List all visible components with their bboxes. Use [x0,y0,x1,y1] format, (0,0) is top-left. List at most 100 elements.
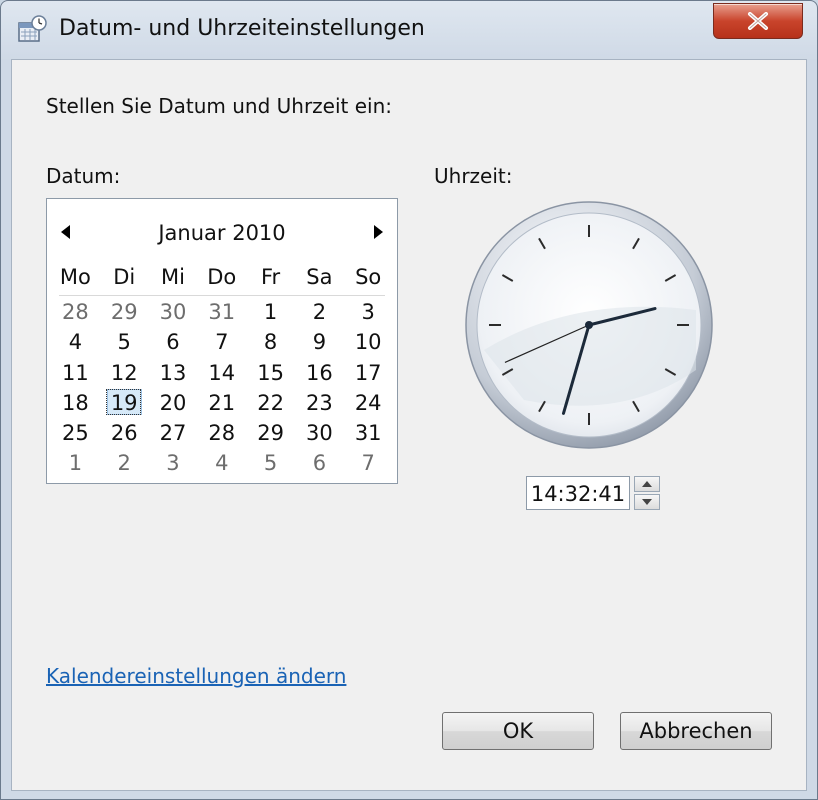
dialog-body: Stellen Sie Datum und Uhrzeit ein: Datum… [11,59,807,791]
calendar-day-number: 16 [306,360,333,385]
calendar-day-number: 13 [159,360,187,385]
calendar-day[interactable]: 3 [149,448,198,478]
calendar-day[interactable]: 29 [246,418,295,448]
change-calendar-settings-link[interactable]: Kalendereinstellungen ändern [46,664,346,688]
time-input[interactable]: 14:32:41 [526,476,630,510]
time-label: Uhrzeit: [434,164,513,188]
calendar-day[interactable]: 6 [149,327,198,357]
calendar-day[interactable]: 14 [197,358,246,388]
calendar-day[interactable]: 31 [344,418,393,448]
calendar-day-grid: 28 29 30 31 1 2 3 4 5 6 7 8 9 10 11 12 13 14 15 16 17 18 19 20 2… [51,297,393,479]
calendar-day[interactable]: 1 [51,448,100,478]
calendar-day[interactable]: 4 [197,448,246,478]
calendar-day-number: 17 [354,360,382,385]
month-calendar[interactable]: Januar 2010 Mo Di Mi Do Fr Sa So 28 29 30 31 1 2 3 4 5… [46,198,398,484]
calendar-day-number: 5 [117,330,131,355]
calendar-day[interactable]: 31 [197,297,246,327]
calendar-week-row: 4 5 6 7 8 9 10 [51,327,393,357]
calendar-day[interactable]: 4 [51,327,100,357]
next-month-button[interactable] [369,221,385,241]
date-label: Datum: [46,164,121,188]
calendar-day-number: 27 [159,421,187,446]
calendar-day[interactable]: 2 [100,448,149,478]
calendar-day-number: 21 [208,390,236,415]
calendar-day[interactable]: 2 [295,297,344,327]
calendar-day-number: 7 [361,451,375,476]
calendar-day-number: 28 [62,300,89,324]
calendar-day-number: 1 [68,451,83,476]
weekday-header-row: Mo Di Mi Do Fr Sa So [51,265,393,289]
calendar-day[interactable]: 10 [344,327,393,357]
calendar-day[interactable]: 5 [246,448,295,478]
calendar-day-number: 3 [166,451,180,476]
calendar-day[interactable]: 9 [295,327,344,357]
calendar-day-number: 8 [263,330,278,355]
calendar-day[interactable]: 28 [51,297,100,327]
title-bar[interactable]: Datum- und Uhrzeiteinstellungen [1,1,817,59]
calendar-day[interactable]: 25 [51,418,100,448]
analog-clock [465,201,713,449]
calendar-week-row: 18 19 20 21 22 23 24 [51,388,393,418]
calendar-day[interactable]: 24 [344,388,393,418]
calendar-week-row: 11 12 13 14 15 16 17 [51,358,393,388]
weekday-header: Fr [260,265,281,289]
calendar-clock-icon [17,15,47,45]
calendar-week-row: 1 2 3 4 5 6 7 [51,448,393,478]
calendar-day[interactable]: 18 [51,388,100,418]
calendar-day-selected[interactable]: 19 [100,388,149,418]
calendar-day[interactable]: 1 [246,297,295,327]
calendar-day[interactable]: 28 [197,418,246,448]
calendar-day[interactable]: 11 [51,358,100,388]
time-up-button[interactable] [634,476,660,492]
close-button[interactable] [713,3,803,39]
calendar-day[interactable]: 15 [246,358,295,388]
calendar-day-number: 29 [110,300,138,324]
calendar-day[interactable]: 13 [149,358,198,388]
calendar-day-number: 30 [159,300,187,324]
calendar-day[interactable]: 17 [344,358,393,388]
time-down-button[interactable] [634,494,660,510]
calendar-day[interactable]: 27 [149,418,198,448]
calendar-day-number: 2 [312,300,327,324]
time-spinner[interactable] [634,476,662,510]
calendar-day[interactable]: 7 [197,327,246,357]
calendar-day-number: 6 [312,451,327,476]
instruction-text: Stellen Sie Datum und Uhrzeit ein: [46,94,392,118]
calendar-day[interactable]: 5 [100,327,149,357]
calendar-day[interactable]: 7 [344,448,393,478]
calendar-day-number: 3 [361,300,375,324]
calendar-day-number: 2 [117,451,131,476]
calendar-day[interactable]: 20 [149,388,198,418]
calendar-day-number: 23 [306,390,333,415]
calendar-day-number: 10 [354,330,382,355]
calendar-day[interactable]: 23 [295,388,344,418]
calendar-day[interactable]: 26 [100,418,149,448]
weekday-header: So [355,265,382,289]
calendar-day-number: 24 [354,390,382,415]
calendar-day[interactable]: 30 [149,297,198,327]
calendar-day[interactable]: 29 [100,297,149,327]
calendar-day[interactable]: 6 [295,448,344,478]
calendar-day-number: 9 [312,330,327,355]
close-icon [748,12,768,30]
ok-button[interactable]: OK [442,712,594,750]
window-title: Datum- und Uhrzeiteinstellungen [59,16,425,41]
header-divider [59,295,385,296]
calendar-day-number: 15 [257,360,284,385]
calendar-day[interactable]: 3 [344,297,393,327]
calendar-day-number: 14 [208,360,236,385]
calendar-week-row: 28 29 30 31 1 2 3 [51,297,393,327]
calendar-day-number: 19 [106,388,142,415]
calendar-day-number: 26 [110,421,138,446]
calendar-day-number: 4 [68,330,83,355]
cancel-button[interactable]: Abbrechen [620,712,772,750]
calendar-day[interactable]: 8 [246,327,295,357]
calendar-day-number: 22 [257,390,284,415]
calendar-day[interactable]: 16 [295,358,344,388]
calendar-day[interactable]: 30 [295,418,344,448]
date-time-dialog: Datum- und Uhrzeiteinstellungen Stellen … [0,0,818,800]
calendar-month-title[interactable]: Januar 2010 [47,221,397,245]
calendar-day[interactable]: 22 [246,388,295,418]
calendar-day[interactable]: 21 [197,388,246,418]
calendar-day[interactable]: 12 [100,358,149,388]
